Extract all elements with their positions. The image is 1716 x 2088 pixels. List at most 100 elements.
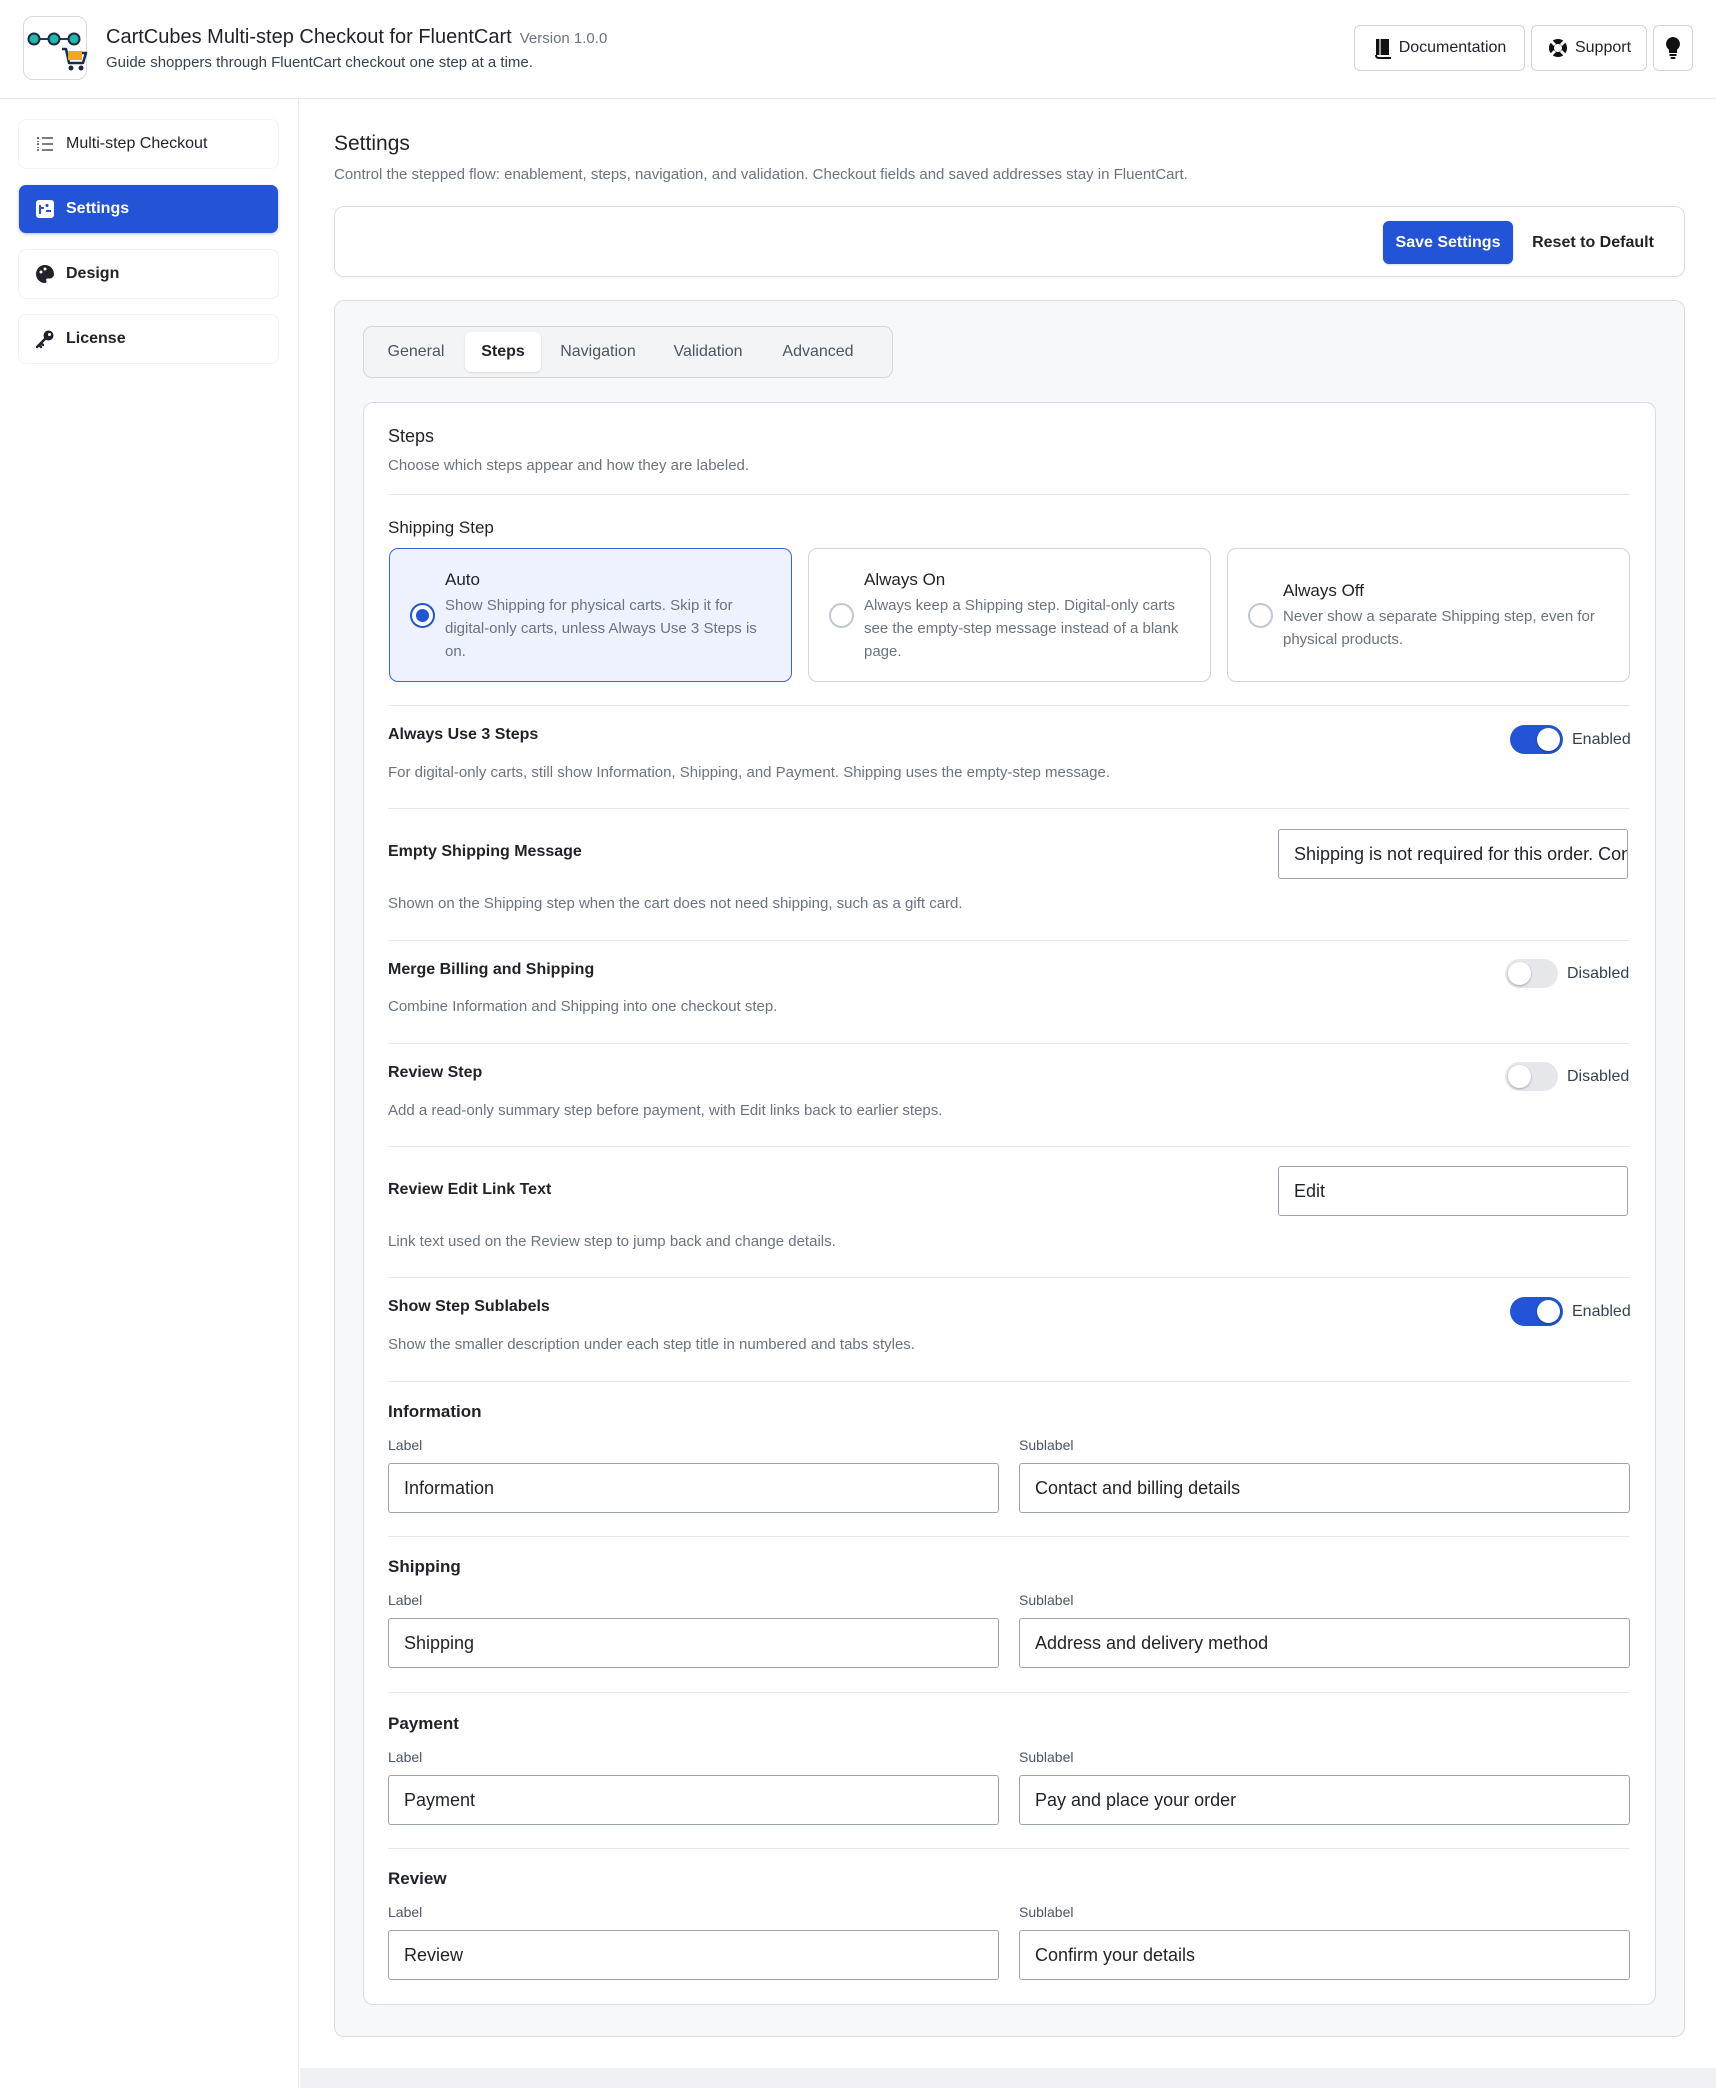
palette-icon bbox=[36, 265, 54, 283]
sidebar-item-license[interactable]: License bbox=[19, 315, 278, 363]
review-step-toggle[interactable] bbox=[1505, 1062, 1558, 1091]
sidebar bbox=[0, 99, 299, 2088]
divider bbox=[388, 1848, 1630, 1849]
divider bbox=[388, 1692, 1630, 1693]
tab-steps[interactable]: Steps bbox=[465, 332, 541, 372]
shipping-option-always-on[interactable]: Always On Always keep a Shipping step. D… bbox=[808, 548, 1211, 682]
sublabel-caption: Sublabel bbox=[1019, 1592, 1074, 1608]
label-caption: Label bbox=[388, 1904, 423, 1920]
empty-shipping-message-label: Empty Shipping Message bbox=[388, 843, 582, 860]
settings-tabs: General Steps Navigation Validation Adva… bbox=[363, 326, 893, 378]
sidebar-item-label: License bbox=[66, 330, 126, 347]
tab-general[interactable]: General bbox=[369, 332, 463, 372]
settings-icon bbox=[36, 200, 54, 218]
sublabel-caption: Sublabel bbox=[1019, 1904, 1074, 1920]
always-use-3-steps-toggle[interactable] bbox=[1510, 725, 1563, 754]
page-description: Control the stepped flow: enablement, st… bbox=[334, 166, 1188, 183]
sidebar-item-design[interactable]: Design bbox=[19, 250, 278, 298]
section-description: Choose which steps appear and how they a… bbox=[388, 457, 750, 474]
option-description: Never show a separate Shipping step, eve… bbox=[1283, 608, 1595, 648]
review-step-label: Review Step bbox=[388, 1064, 483, 1081]
radio-button[interactable] bbox=[410, 603, 435, 628]
sublabel-caption: Sublabel bbox=[1019, 1437, 1074, 1453]
option-title: Always Off bbox=[1283, 581, 1364, 600]
top-header: CartCubes Multi-step Checkout for Fluent… bbox=[0, 0, 1716, 99]
radio-button[interactable] bbox=[829, 603, 854, 628]
always-use-3-steps-label: Always Use 3 Steps bbox=[388, 726, 539, 743]
lightbulb-icon bbox=[1666, 37, 1680, 59]
field-help: Show the smaller description under each … bbox=[388, 1336, 915, 1353]
divider bbox=[388, 940, 1630, 941]
page-title: Settings bbox=[334, 132, 410, 155]
tab-navigation[interactable]: Navigation bbox=[543, 332, 653, 372]
field-help: For digital-only carts, still show Infor… bbox=[388, 764, 1111, 781]
merge-billing-shipping-toggle[interactable] bbox=[1505, 959, 1558, 988]
information-label-input[interactable]: Information bbox=[388, 1463, 999, 1513]
list-steps-icon bbox=[37, 137, 53, 151]
app-name: CartCubes Multi-step Checkout for Fluent… bbox=[106, 26, 512, 48]
review-label-input[interactable]: Review bbox=[388, 1930, 999, 1980]
show-step-sublabels-label: Show Step Sublabels bbox=[388, 1298, 550, 1315]
documentation-label: Documentation bbox=[1398, 39, 1507, 56]
divider bbox=[388, 1381, 1630, 1382]
documentation-button[interactable]: Documentation bbox=[1354, 25, 1525, 71]
radio-button[interactable] bbox=[1248, 603, 1273, 628]
divider bbox=[388, 1043, 1630, 1044]
sidebar-item-settings[interactable]: Settings bbox=[19, 185, 278, 233]
toggle-knob bbox=[1537, 728, 1560, 751]
review-sublabel-input[interactable]: Confirm your details bbox=[1019, 1930, 1630, 1980]
toggle-state: Disabled bbox=[1567, 965, 1630, 982]
sidebar-item-label: Multi-step Checkout bbox=[66, 135, 208, 152]
show-step-sublabels-toggle[interactable] bbox=[1510, 1297, 1563, 1326]
field-help: Add a read-only summary step before paym… bbox=[388, 1102, 943, 1119]
field-help: Shown on the Shipping step when the cart… bbox=[388, 895, 963, 912]
app-title: CartCubes Multi-step Checkout for Fluent… bbox=[106, 26, 607, 49]
field-help: Combine Information and Shipping into on… bbox=[388, 998, 778, 1015]
tab-advanced[interactable]: Advanced bbox=[763, 332, 873, 372]
save-settings-button[interactable]: Save Settings bbox=[1383, 221, 1513, 264]
shipping-label-input[interactable]: Shipping bbox=[388, 1618, 999, 1668]
tab-validation[interactable]: Validation bbox=[655, 332, 761, 372]
key-icon bbox=[35, 330, 54, 349]
divider bbox=[388, 1146, 1630, 1147]
toggle-knob bbox=[1508, 962, 1531, 985]
support-button[interactable]: Support bbox=[1531, 25, 1647, 71]
payment-sublabel-input[interactable]: Pay and place your order bbox=[1019, 1775, 1630, 1825]
section-title: Steps bbox=[388, 426, 435, 446]
option-title: Auto bbox=[445, 570, 480, 589]
lifebuoy-icon bbox=[1548, 39, 1567, 57]
step-group-information: Information bbox=[388, 1402, 482, 1421]
toggle-knob bbox=[1537, 1300, 1560, 1323]
option-description: Always keep a Shipping step. Digital-onl… bbox=[864, 597, 1179, 660]
review-edit-link-text-label: Review Edit Link Text bbox=[388, 1181, 552, 1198]
step-group-review: Review bbox=[388, 1869, 447, 1888]
divider bbox=[388, 1277, 1630, 1278]
label-caption: Label bbox=[388, 1749, 423, 1765]
toggle-state: Enabled bbox=[1572, 1303, 1631, 1320]
step-group-payment: Payment bbox=[388, 1714, 459, 1733]
theme-toggle-button[interactable] bbox=[1653, 25, 1693, 71]
reset-to-default-button[interactable]: Reset to Default bbox=[1520, 221, 1666, 264]
app-version: Version 1.0.0 bbox=[519, 30, 608, 47]
divider bbox=[388, 1536, 1630, 1537]
shipping-option-always-off[interactable]: Always Off Never show a separate Shippin… bbox=[1227, 548, 1630, 682]
payment-label-input[interactable]: Payment bbox=[388, 1775, 999, 1825]
merge-billing-shipping-label: Merge Billing and Shipping bbox=[388, 961, 595, 978]
label-caption: Label bbox=[388, 1592, 423, 1608]
book-icon bbox=[1374, 39, 1391, 59]
sidebar-item-label: Settings bbox=[66, 200, 130, 217]
shipping-option-auto[interactable]: Auto Show Shipping for physical carts. S… bbox=[389, 548, 792, 682]
cartcubes-logo bbox=[23, 16, 88, 80]
shipping-sublabel-input[interactable]: Address and delivery method bbox=[1019, 1618, 1630, 1668]
footer-strip bbox=[300, 2068, 1716, 2088]
sidebar-item-label: Design bbox=[66, 265, 120, 282]
divider bbox=[388, 705, 1630, 706]
review-edit-link-text-input[interactable]: Edit bbox=[1278, 1166, 1628, 1216]
information-sublabel-input[interactable]: Contact and billing details bbox=[1019, 1463, 1630, 1513]
empty-shipping-message-input[interactable]: Shipping is not required for this order.… bbox=[1278, 829, 1628, 879]
shipping-step-label: Shipping Step bbox=[388, 518, 494, 537]
sidebar-item-multi-step-checkout[interactable]: Multi-step Checkout bbox=[19, 120, 278, 168]
toggle-knob bbox=[1508, 1065, 1531, 1088]
support-label: Support bbox=[1574, 39, 1632, 56]
divider bbox=[388, 808, 1630, 809]
